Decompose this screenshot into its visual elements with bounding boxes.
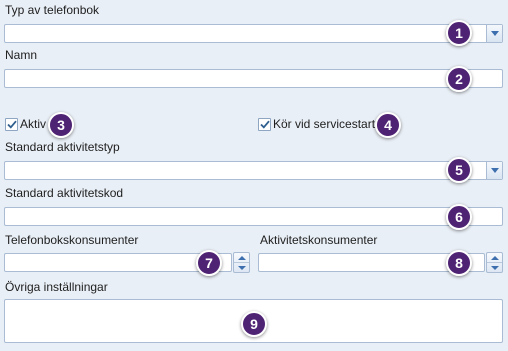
phonebook-consumers-label: Telefonbokskonsumenter	[5, 233, 139, 247]
activity-consumers-spinner[interactable]	[486, 252, 503, 273]
run-on-start-label: Kör vid servicestart	[273, 117, 376, 131]
default-activity-code-input[interactable]	[4, 207, 503, 226]
spin-up-button[interactable]	[487, 253, 502, 263]
checkmark-icon	[6, 120, 17, 129]
default-activity-code-label: Standard aktivitetskod	[5, 186, 124, 200]
default-activity-type-dropdown-button[interactable]	[486, 162, 502, 179]
callout-badge-7: 7	[196, 250, 222, 276]
chevron-down-icon	[490, 265, 499, 270]
callout-badge-4: 4	[375, 112, 401, 138]
callout-badge-5: 5	[446, 157, 472, 183]
activity-consumers-label: Aktivitetskonsumenter	[260, 233, 378, 247]
spin-down-button[interactable]	[487, 263, 502, 272]
chevron-down-icon	[490, 31, 499, 36]
chevron-down-icon	[237, 265, 246, 270]
chevron-up-icon	[490, 255, 499, 260]
callout-badge-1: 1	[446, 20, 472, 46]
name-label: Namn	[5, 48, 38, 62]
spin-up-button[interactable]	[234, 253, 249, 263]
chevron-up-icon	[237, 255, 246, 260]
phonebook-type-select[interactable]	[4, 24, 503, 43]
name-input[interactable]	[4, 69, 503, 88]
default-activity-type-select[interactable]	[4, 161, 503, 180]
active-label: Aktiv	[20, 117, 47, 131]
callout-badge-6: 6	[446, 204, 472, 230]
spin-down-button[interactable]	[234, 263, 249, 272]
run-on-start-checkbox[interactable]	[258, 118, 271, 131]
active-checkbox[interactable]	[5, 118, 18, 131]
default-activity-type-label: Standard aktivitetstyp	[5, 140, 120, 154]
callout-badge-8: 8	[446, 250, 472, 276]
callout-badge-3: 3	[48, 112, 74, 138]
callout-badge-9: 9	[241, 311, 267, 337]
callout-badge-2: 2	[446, 66, 472, 92]
phonebook-consumers-spinner[interactable]	[233, 252, 250, 273]
chevron-down-icon	[490, 168, 499, 173]
phonebook-type-label: Typ av telefonbok	[5, 3, 100, 17]
phonebook-type-dropdown-button[interactable]	[486, 25, 502, 42]
checkmark-icon	[259, 120, 270, 129]
other-settings-label: Övriga inställningar	[5, 280, 108, 294]
